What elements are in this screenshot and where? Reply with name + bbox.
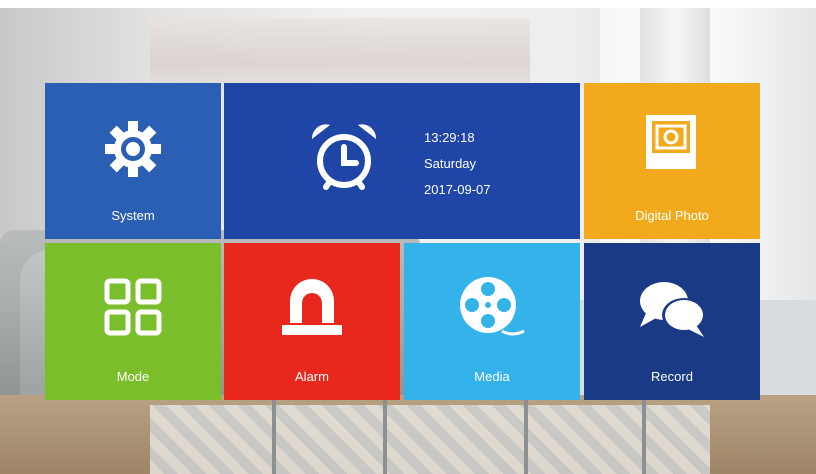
photo-icon: [646, 115, 696, 169]
media-tile[interactable]: Media: [404, 243, 580, 400]
table-leg: [524, 395, 528, 474]
mode-label: Mode: [116, 369, 150, 384]
digital-photo-label: Digital Photo: [635, 208, 709, 223]
film-reel-icon: [460, 277, 525, 336]
top-border: [0, 0, 816, 8]
clock-weekday: Saturday: [424, 156, 477, 171]
media-label: Media: [474, 369, 510, 384]
table-leg: [383, 395, 387, 474]
clock-time: 13:29:18: [424, 130, 475, 145]
gear-icon: [105, 121, 161, 177]
grid-icon: [104, 278, 162, 336]
alarm-clock-icon: [311, 124, 377, 190]
clock-date: 2017-09-07: [424, 182, 491, 197]
record-tile[interactable]: Record: [584, 243, 760, 400]
background-rug: [150, 405, 710, 474]
table-leg: [272, 395, 276, 474]
record-label: Record: [651, 369, 693, 384]
mode-tile[interactable]: Mode: [45, 243, 221, 400]
clock-tile[interactable]: 13:29:18 Saturday 2017-09-07: [224, 83, 580, 239]
system-tile[interactable]: System: [45, 83, 221, 239]
siren-icon: [282, 279, 342, 335]
alarm-tile[interactable]: Alarm: [224, 243, 400, 400]
system-label: System: [111, 208, 155, 223]
clock-readout: 13:29:18 Saturday 2017-09-07: [424, 125, 491, 203]
alarm-label: Alarm: [295, 369, 329, 384]
chat-bubbles-icon: [640, 282, 706, 337]
table-leg: [642, 395, 646, 474]
digital-photo-tile[interactable]: Digital Photo: [584, 83, 760, 239]
background-painting: [150, 18, 530, 93]
